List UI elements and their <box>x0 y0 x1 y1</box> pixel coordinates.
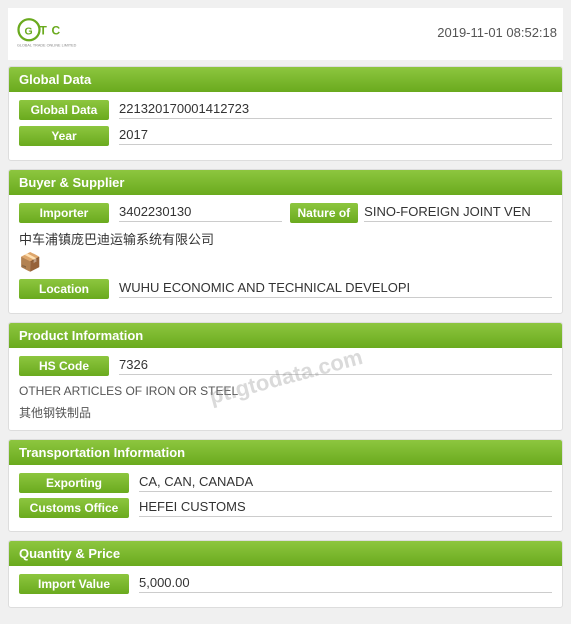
exporting-row: Exporting CA, CAN, CANADA <box>19 473 552 493</box>
nature-label: Nature of <box>290 203 359 223</box>
qty-price-card: Quantity & Price Import Value 5,000.00 <box>8 540 563 608</box>
global-data-card: Global Data Global Data 2213201700014127… <box>8 66 563 161</box>
year-field-row: Year 2017 <box>19 126 552 146</box>
header: G T C GLOBAL TRADE ONLINE LIMITED 2019-1… <box>8 8 563 60</box>
datetime: 2019-11-01 08:52:18 <box>437 25 557 40</box>
hs-code-row: HS Code 7326 <box>19 356 552 376</box>
hs-desc-cn: 其他钢铁制品 <box>19 404 552 422</box>
exporting-value: CA, CAN, CANADA <box>139 474 552 492</box>
svg-text:C: C <box>52 23 61 37</box>
location-label: Location <box>19 279 109 299</box>
svg-text:G: G <box>25 25 33 37</box>
hs-code-label: HS Code <box>19 356 109 376</box>
buyer-supplier-header: Buyer & Supplier <box>9 170 562 195</box>
importer-group: Importer 3402230130 <box>19 203 282 223</box>
svg-text:T: T <box>40 23 48 37</box>
customs-row: Customs Office HEFEI CUSTOMS <box>19 498 552 518</box>
product-info-card: Product Information HS Code 7326 OTHER A… <box>8 322 563 431</box>
transport-card: Transportation Information Exporting CA,… <box>8 439 563 532</box>
hs-desc-en: OTHER ARTICLES OF IRON OR STEEL <box>19 382 552 400</box>
global-data-section-header: Global Data <box>9 67 562 92</box>
importer-value: 3402230130 <box>119 204 282 222</box>
company-name: 中车浦镇庞巴迪运输系统有限公司 <box>19 229 552 248</box>
exporting-label: Exporting <box>19 473 129 493</box>
hs-code-value: 7326 <box>119 357 552 375</box>
location-row: Location WUHU ECONOMIC AND TECHNICAL DEV… <box>19 279 552 299</box>
nature-group: Nature of SINO-FOREIGN JOINT VEN <box>290 203 553 223</box>
global-data-label: Global Data <box>19 100 109 120</box>
year-label: Year <box>19 126 109 146</box>
import-value: 5,000.00 <box>139 575 552 593</box>
import-value-label: Import Value <box>19 574 129 594</box>
logo-image: G T C GLOBAL TRADE ONLINE LIMITED <box>14 12 104 52</box>
transport-header: Transportation Information <box>9 440 562 465</box>
qty-price-header: Quantity & Price <box>9 541 562 566</box>
logo-area: G T C GLOBAL TRADE ONLINE LIMITED <box>14 12 104 52</box>
product-info-header: Product Information <box>9 323 562 348</box>
import-value-row: Import Value 5,000.00 <box>19 574 552 594</box>
importer-label: Importer <box>19 203 109 223</box>
svg-text:GLOBAL TRADE ONLINE LIMITED: GLOBAL TRADE ONLINE LIMITED <box>17 43 77 47</box>
importer-row: Importer 3402230130 Nature of SINO-FOREI… <box>19 203 552 223</box>
company-icon: 📦 <box>19 252 552 273</box>
transport-body: Exporting CA, CAN, CANADA Customs Office… <box>9 465 562 531</box>
customs-label: Customs Office <box>19 498 129 518</box>
nature-value: SINO-FOREIGN JOINT VEN <box>364 204 552 222</box>
buyer-supplier-body: Importer 3402230130 Nature of SINO-FOREI… <box>9 195 562 313</box>
buyer-supplier-card: Buyer & Supplier Importer 3402230130 Nat… <box>8 169 563 314</box>
global-data-body: Global Data 221320170001412723 Year 2017 <box>9 92 562 160</box>
location-value: WUHU ECONOMIC AND TECHNICAL DEVELOPI <box>119 280 552 298</box>
page-wrapper: G T C GLOBAL TRADE ONLINE LIMITED 2019-1… <box>0 0 571 624</box>
year-value: 2017 <box>119 127 552 145</box>
qty-price-body: Import Value 5,000.00 <box>9 566 562 607</box>
global-data-value: 221320170001412723 <box>119 101 552 119</box>
product-info-body: HS Code 7326 OTHER ARTICLES OF IRON OR S… <box>9 348 562 430</box>
global-data-field-row: Global Data 221320170001412723 <box>19 100 552 120</box>
customs-value: HEFEI CUSTOMS <box>139 499 552 517</box>
